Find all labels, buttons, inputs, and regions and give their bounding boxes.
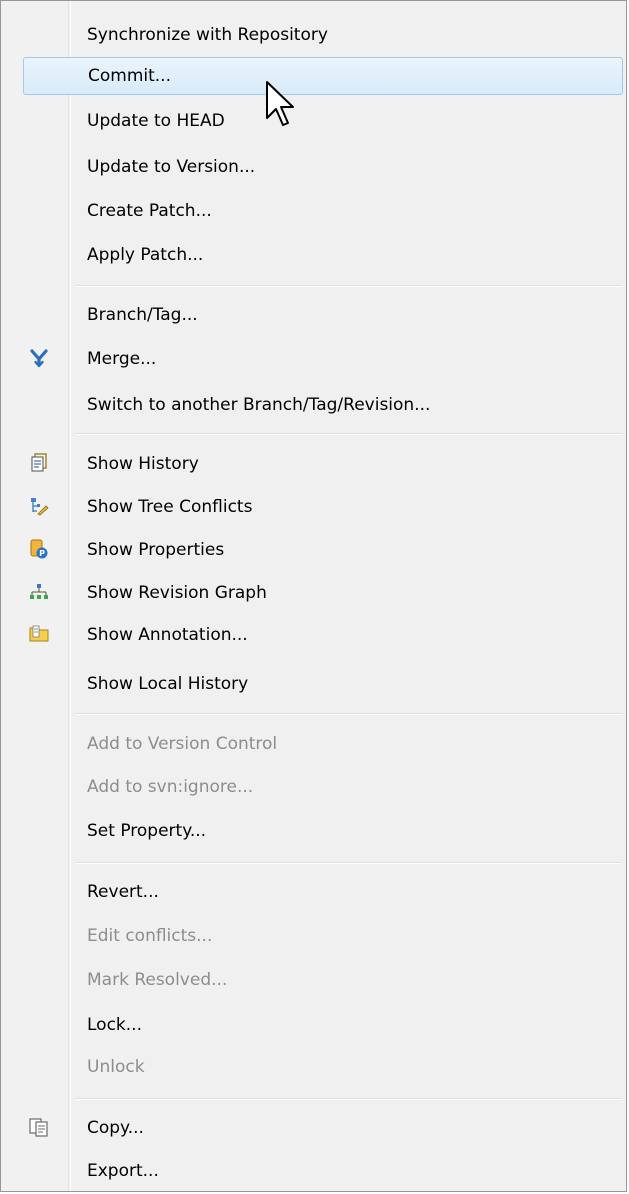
menu-item-label: Update to Version... bbox=[87, 157, 256, 177]
annotation-icon bbox=[29, 625, 49, 642]
menu-item-label: Add to svn:ignore... bbox=[87, 777, 254, 797]
menu-item-label: Set Property... bbox=[87, 821, 207, 841]
menu-item-label: Unlock bbox=[87, 1057, 145, 1077]
menu-separator bbox=[76, 1098, 622, 1100]
menu-item-label: Add to Version Control bbox=[87, 734, 278, 754]
menu-item-apply-patch[interactable]: Apply Patch... bbox=[5, 236, 622, 274]
menu-separator bbox=[76, 862, 622, 864]
mouse-pointer-icon bbox=[266, 81, 294, 126]
menu-item-show-local-history[interactable]: Show Local History bbox=[5, 665, 622, 703]
menu-item-label: Apply Patch... bbox=[87, 245, 204, 265]
menu-item-label: Create Patch... bbox=[87, 201, 212, 221]
menu-item-label: Export... bbox=[87, 1161, 159, 1181]
menu-item-show-revision-graph[interactable]: Show Revision Graph bbox=[5, 574, 622, 612]
menu-separator bbox=[76, 713, 622, 715]
menu-item-label: Commit... bbox=[88, 66, 171, 86]
menu-item-set-property[interactable]: Set Property... bbox=[5, 812, 622, 850]
menu-item-commit[interactable]: Commit... bbox=[23, 57, 623, 95]
menu-separator bbox=[76, 433, 622, 435]
menu-item-merge[interactable]: Merge... bbox=[5, 340, 622, 378]
menu-item-edit-conflicts: Edit conflicts... bbox=[5, 917, 622, 955]
revision-graph-icon bbox=[30, 584, 48, 599]
menu-item-synchronize[interactable]: Synchronize with Repository bbox=[5, 16, 622, 54]
svg-text:P: P bbox=[39, 549, 45, 558]
menu-item-show-annotation[interactable]: Show Annotation... bbox=[5, 616, 622, 654]
menu-item-unlock: Unlock bbox=[5, 1048, 622, 1086]
menu-item-label: Show Properties bbox=[87, 540, 225, 560]
menu-item-export[interactable]: Export... bbox=[5, 1152, 622, 1190]
menu-item-label: Switch to another Branch/Tag/Revision... bbox=[87, 395, 431, 415]
menu-item-label: Revert... bbox=[87, 882, 159, 902]
menu-item-label: Branch/Tag... bbox=[87, 305, 198, 325]
menu-item-revert[interactable]: Revert... bbox=[5, 873, 622, 911]
menu-item-copy[interactable]: Copy... bbox=[5, 1109, 622, 1147]
merge-icon bbox=[30, 349, 48, 368]
menu-item-label: Lock... bbox=[87, 1015, 142, 1035]
menu-item-label: Copy... bbox=[87, 1118, 144, 1138]
menu-item-label: Update to HEAD bbox=[87, 111, 225, 131]
menu-item-show-history[interactable]: Show History bbox=[5, 445, 622, 483]
menu-separator bbox=[76, 285, 622, 287]
history-icon bbox=[31, 453, 47, 472]
menu-item-switch[interactable]: Switch to another Branch/Tag/Revision... bbox=[5, 386, 622, 424]
menu-item-add-to-version-control: Add to Version Control bbox=[5, 725, 622, 763]
menu-item-show-properties[interactable]: P Show Properties bbox=[5, 531, 622, 569]
menu-item-label: Edit conflicts... bbox=[87, 926, 213, 946]
menu-item-label: Merge... bbox=[87, 349, 157, 369]
menu-item-label: Show Tree Conflicts bbox=[87, 497, 253, 517]
menu-item-lock[interactable]: Lock... bbox=[5, 1006, 622, 1044]
menu-item-label: Show Local History bbox=[87, 674, 249, 694]
menu-item-branch-tag[interactable]: Branch/Tag... bbox=[5, 296, 622, 334]
menu-item-add-to-svn-ignore: Add to svn:ignore... bbox=[5, 768, 622, 806]
tree-conflicts-icon bbox=[31, 498, 49, 516]
menu-item-mark-resolved: Mark Resolved... bbox=[5, 961, 622, 999]
menu-item-update-to-head[interactable]: Update to HEAD bbox=[5, 102, 622, 140]
menu-item-show-tree-conflicts[interactable]: Show Tree Conflicts bbox=[5, 488, 622, 526]
menu-item-create-patch[interactable]: Create Patch... bbox=[5, 192, 622, 230]
menu-item-label: Show Annotation... bbox=[87, 625, 248, 645]
context-menu: Synchronize with Repository Commit... Up… bbox=[0, 0, 627, 1192]
menu-item-label: Mark Resolved... bbox=[87, 970, 228, 990]
menu-item-label: Show Revision Graph bbox=[87, 583, 267, 603]
properties-icon: P bbox=[30, 539, 48, 559]
menu-item-label: Synchronize with Repository bbox=[87, 25, 328, 45]
menu-item-update-to-version[interactable]: Update to Version... bbox=[5, 148, 622, 186]
menu-item-label: Show History bbox=[87, 454, 199, 474]
copy-icon bbox=[29, 1118, 48, 1137]
